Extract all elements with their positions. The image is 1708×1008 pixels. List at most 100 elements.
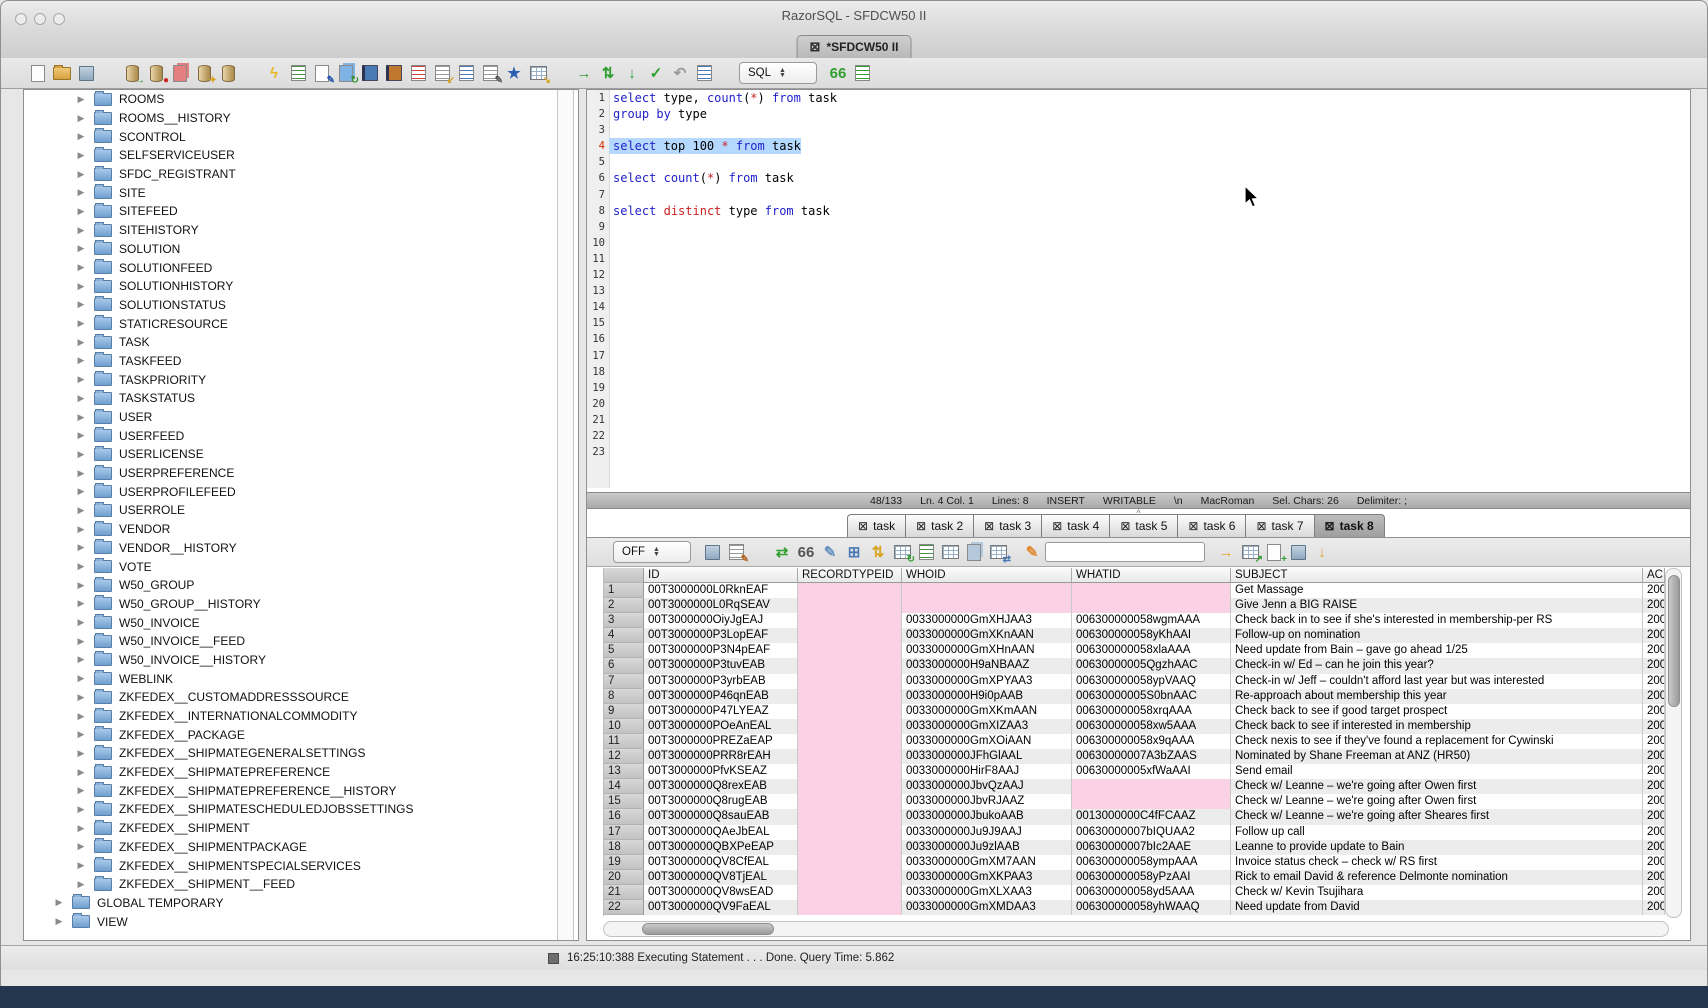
disclosure-triangle-icon[interactable]: ▶ xyxy=(76,262,86,273)
disclosure-triangle-icon[interactable]: ▶ xyxy=(76,692,86,703)
grid-cell[interactable]: 0033000000GmXKmAAN xyxy=(902,704,1072,719)
editor-line-10[interactable]: 10 xyxy=(587,235,1690,251)
grid-cell[interactable]: 00630000007bIc2AAE xyxy=(1072,840,1231,855)
open-file-icon[interactable] xyxy=(51,62,73,84)
grid-cell[interactable]: 0033000000GmXKnAAN xyxy=(902,628,1072,643)
tree-view-icon[interactable]: ⊞ xyxy=(843,541,865,563)
column-view-icon[interactable] xyxy=(939,541,961,563)
row-number-cell[interactable]: 18 xyxy=(604,840,644,855)
grid-cell[interactable]: 00T3000000P3N4pEAF xyxy=(644,643,798,658)
grid-row-6[interactable]: 600T3000000P3tuvEAB0033000000H9aNBAAZ006… xyxy=(604,658,1666,673)
editor-line-6[interactable]: 6select count(*) from task xyxy=(587,170,1690,186)
grid-cell[interactable] xyxy=(798,719,902,734)
view-row-icon[interactable]: 66 xyxy=(795,541,817,563)
grid-cell[interactable]: 006300000058xrqAAA xyxy=(1072,704,1231,719)
disclosure-triangle-icon[interactable]: ▶ xyxy=(76,468,86,479)
grid-cell[interactable]: 00T3000000Q8sauEAB xyxy=(644,809,798,824)
editor-line-14[interactable]: 14 xyxy=(587,299,1690,315)
disclosure-triangle-icon[interactable]: ▶ xyxy=(76,879,86,890)
editor-line-23[interactable]: 23 xyxy=(587,444,1690,460)
tree-item-userpreference[interactable]: ▶USERPREFERENCE xyxy=(24,464,578,483)
edit-sql-icon[interactable]: ✎ xyxy=(479,62,501,84)
grid-cell[interactable]: 200 xyxy=(1643,855,1665,870)
grid-cell[interactable]: 006300000058xw5AAA xyxy=(1072,719,1231,734)
tab-close-icon[interactable]: ⊠ xyxy=(1052,519,1062,533)
tab-close-icon[interactable]: ⊠ xyxy=(1256,519,1266,533)
grid-cell[interactable] xyxy=(798,689,902,704)
grid-cell[interactable]: 006300000058x9qAAA xyxy=(1072,734,1231,749)
row-number-cell[interactable]: 9 xyxy=(604,704,644,719)
editor-line-1[interactable]: 1select type, count(*) from task xyxy=(587,90,1690,106)
grid-cell[interactable]: 00T3000000P3tuvEAB xyxy=(644,658,798,673)
query-log-icon[interactable] xyxy=(693,62,715,84)
result-tab-task[interactable]: ⊠task xyxy=(847,514,905,538)
grid-row-20[interactable]: 2000T3000000QV8TjEAL0033000000GmXKPAA300… xyxy=(604,870,1666,885)
grid-cell[interactable]: 200 xyxy=(1643,809,1665,824)
document-tab[interactable]: ⊠ *SFDCW50 II xyxy=(797,35,912,58)
disclosure-triangle-icon[interactable]: ▶ xyxy=(76,355,86,366)
result-tab-task-4[interactable]: ⊠task 4 xyxy=(1041,514,1109,538)
grid-cell[interactable]: 0033000000Ju9J9AAJ xyxy=(902,825,1072,840)
tree-item-userrole[interactable]: ▶USERROLE xyxy=(24,501,578,520)
disclosure-triangle-icon[interactable]: ▶ xyxy=(76,598,86,609)
row-number-cell[interactable]: 11 xyxy=(604,734,644,749)
disclosure-triangle-icon[interactable]: ▶ xyxy=(54,916,64,927)
row-number-cell[interactable]: 10 xyxy=(604,719,644,734)
select-stepper-icon[interactable]: ▲▼ xyxy=(779,68,786,78)
sql-editor[interactable]: 1select type, count(*) from task2group b… xyxy=(587,90,1690,488)
grid-cell[interactable]: Check back to see if interested in membe… xyxy=(1231,719,1643,734)
status-stop-icon[interactable] xyxy=(548,953,559,964)
disclosure-triangle-icon[interactable]: ▶ xyxy=(76,337,86,348)
grid-cell[interactable]: 200 xyxy=(1643,840,1665,855)
tree-item-zkfedex-internationalcommodity[interactable]: ▶ZKFEDEX__INTERNATIONALCOMMODITY xyxy=(24,707,578,726)
disclosure-triangle-icon[interactable]: ▶ xyxy=(76,113,86,124)
save-results-icon[interactable] xyxy=(701,541,723,563)
disclosure-triangle-icon[interactable]: ▶ xyxy=(76,505,86,516)
result-tab-task-8[interactable]: ⊠task 8 xyxy=(1314,514,1385,538)
grid-cell[interactable]: 200 xyxy=(1643,628,1665,643)
disclosure-triangle-icon[interactable]: ▶ xyxy=(76,804,86,815)
tree-item-solutionfeed[interactable]: ▶SOLUTIONFEED xyxy=(24,258,578,277)
grid-cell[interactable]: 00T3000000P47LYEAZ xyxy=(644,704,798,719)
new-file-icon[interactable] xyxy=(27,62,49,84)
grid-cell[interactable] xyxy=(798,613,902,628)
reload-table-icon[interactable]: ↻ xyxy=(891,541,913,563)
grid-cell[interactable]: 00T3000000PRR8rEAH xyxy=(644,749,798,764)
create-table-icon[interactable]: ✦ xyxy=(193,62,215,84)
row-number-cell[interactable]: 13 xyxy=(604,764,644,779)
disclosure-triangle-icon[interactable]: ▶ xyxy=(76,860,86,871)
grid-cell[interactable]: 0033000000JFhGlAAL xyxy=(902,749,1072,764)
tree-item-vendor[interactable]: ▶VENDOR xyxy=(24,520,578,539)
editor-line-4[interactable]: 4select top 100 * from task xyxy=(587,138,1690,154)
editor-line-11[interactable]: 11 xyxy=(587,251,1690,267)
rollback-icon[interactable]: ↶ xyxy=(669,62,691,84)
row-number-cell[interactable]: 7 xyxy=(604,674,644,689)
grid-cell[interactable]: 00T3000000Q8rugEAB xyxy=(644,794,798,809)
grid-cell[interactable]: Nominated by Shane Freeman at ANZ (HR50) xyxy=(1231,749,1643,764)
tree-item-userlicense[interactable]: ▶USERLICENSE xyxy=(24,445,578,464)
grid-cell[interactable] xyxy=(798,598,902,613)
tree-item-vendor-history[interactable]: ▶VENDOR__HISTORY xyxy=(24,539,578,558)
disclosure-triangle-icon[interactable]: ▶ xyxy=(76,617,86,628)
tree-item-task[interactable]: ▶TASK xyxy=(24,333,578,352)
grid-row-16[interactable]: 1600T3000000Q8sauEAB0033000000JbukoAAB00… xyxy=(604,809,1666,824)
results-window-icon[interactable] xyxy=(407,62,429,84)
grid-cell[interactable]: 006300000058xlaAAA xyxy=(1072,643,1231,658)
drop-table-icon[interactable] xyxy=(169,62,191,84)
grid-cell[interactable]: 0033000000H9aNBAAZ xyxy=(902,658,1072,673)
tree-item-solutionstatus[interactable]: ▶SOLUTIONSTATUS xyxy=(24,296,578,315)
highlight-pen-icon[interactable]: ✎ xyxy=(1021,541,1043,563)
row-number-cell[interactable]: 15 xyxy=(604,794,644,809)
grid-cell[interactable]: AC xyxy=(1643,568,1665,583)
edit-row-icon[interactable]: ✎ xyxy=(819,541,841,563)
result-tab-task-6[interactable]: ⊠task 6 xyxy=(1177,514,1245,538)
filter-results-icon[interactable]: ✎ xyxy=(725,541,747,563)
disclosure-triangle-icon[interactable]: ▶ xyxy=(76,748,86,759)
save-file-icon[interactable] xyxy=(75,62,97,84)
row-number-cell[interactable]: 12 xyxy=(604,749,644,764)
grid-cell[interactable]: 00T3000000QV9FaEAL xyxy=(644,900,798,915)
editor-line-12[interactable]: 12 xyxy=(587,267,1690,283)
grid-cell[interactable]: Get Massage xyxy=(1231,583,1643,598)
disclosure-triangle-icon[interactable]: ▶ xyxy=(76,711,86,722)
tree-item-sitehistory[interactable]: ▶SITEHISTORY xyxy=(24,221,578,240)
